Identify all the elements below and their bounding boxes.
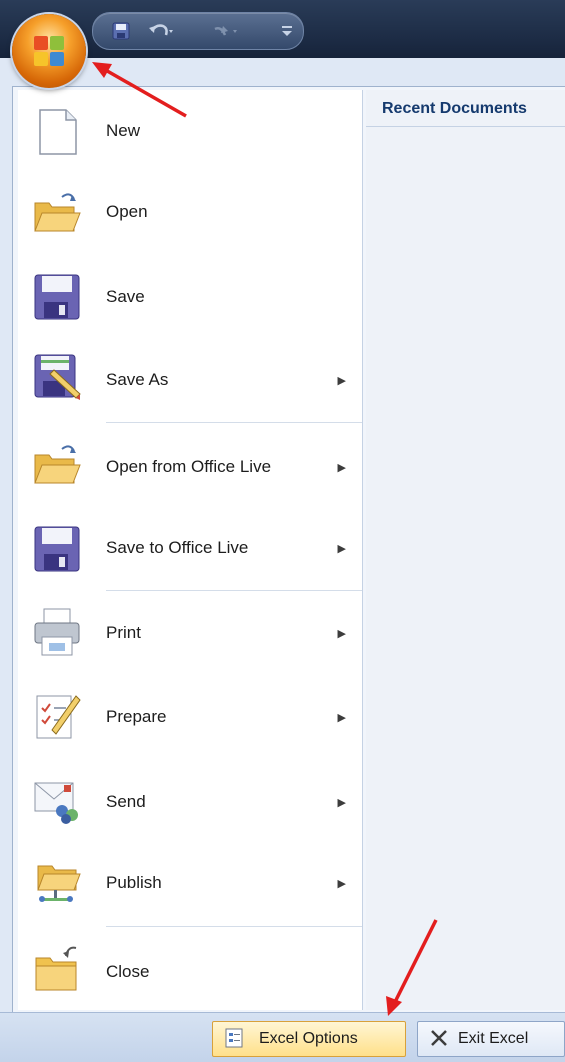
save-as-icon [34,354,81,400]
menu-item-new[interactable]: New [18,90,362,174]
quick-access-toolbar [92,12,304,50]
submenu-arrow-icon: ▶ [337,543,346,555]
menu-item-prepare[interactable]: Prepare ▶ [18,676,362,760]
send-icon [34,782,78,824]
recent-documents-heading: Recent Documents [382,100,527,117]
prepare-document-icon [36,695,81,739]
submenu-arrow-icon: ▶ [337,797,346,809]
submenu-arrow-icon: ▶ [337,878,346,890]
menu-item-save[interactable]: Save [18,254,362,338]
submenu-arrow-icon: ▶ [337,628,346,640]
submenu-arrow-icon: ▶ [337,462,346,474]
menu-divider [106,590,362,591]
publish-folder-icon [37,865,81,902]
open-folder-icon [34,445,81,484]
close-folder-icon [35,946,77,991]
undo-icon[interactable] [145,20,175,42]
menu-item-open[interactable]: Open [18,174,362,254]
menu-item-label: New [106,121,141,140]
excel-options-label: Excel Options [259,1030,358,1047]
office-button[interactable] [12,14,86,88]
exit-excel-label: Exit Excel [458,1030,529,1047]
menu-item-publish[interactable]: Publish ▶ [18,844,362,926]
menu-item-open-from-office-live[interactable]: Open from Office Live ▶ [18,424,362,508]
menu-item-label: Print [106,623,141,642]
menu-item-label: Prepare [106,707,167,726]
menu-item-close[interactable]: Close [18,928,362,1010]
menu-item-label: Send [106,792,146,811]
menu-item-print[interactable]: Print ▶ [18,592,362,676]
menu-item-send[interactable]: Send ▶ [18,760,362,844]
printer-icon [34,608,80,656]
menu-item-label: Save As [106,370,169,389]
options-icon [225,1028,243,1048]
floppy-disk-icon [34,274,80,320]
new-document-icon [39,109,77,155]
menu-item-save-as[interactable]: Save As ▶ [18,338,362,422]
menu-item-label: Open [106,202,148,221]
redo-icon[interactable] [209,20,241,42]
office-logo-icon [34,36,64,66]
excel-options-button[interactable]: Excel Options [212,1021,406,1057]
close-icon [431,1030,447,1046]
open-folder-icon [34,193,81,232]
menu-item-label: Save to Office Live [106,538,249,557]
recent-divider [366,126,565,127]
menu-item-label: Open from Office Live [106,457,272,476]
submenu-arrow-icon: ▶ [337,712,346,724]
menu-item-label: Close [106,962,150,981]
menu-commands: New Open Save Save As ▶ Open from Office… [18,90,363,1010]
menu-divider [106,926,362,927]
menu-item-save-to-office-live[interactable]: Save to Office Live ▶ [18,508,362,590]
office-menu-screenshot: New Open Save Save As ▶ Open from Office… [0,0,565,1062]
customize-qat-icon[interactable] [277,20,297,42]
menu-item-label: Publish [106,873,162,892]
recent-documents-panel: Recent Documents [366,90,565,1010]
floppy-disk-icon [34,526,80,572]
menu-divider [106,422,362,423]
submenu-arrow-icon: ▶ [337,375,346,387]
exit-excel-button[interactable]: Exit Excel [417,1021,565,1057]
menu-footer: Excel Options Exit Excel [0,1012,565,1062]
save-icon[interactable] [109,20,133,42]
menu-item-label: Save [106,287,145,306]
